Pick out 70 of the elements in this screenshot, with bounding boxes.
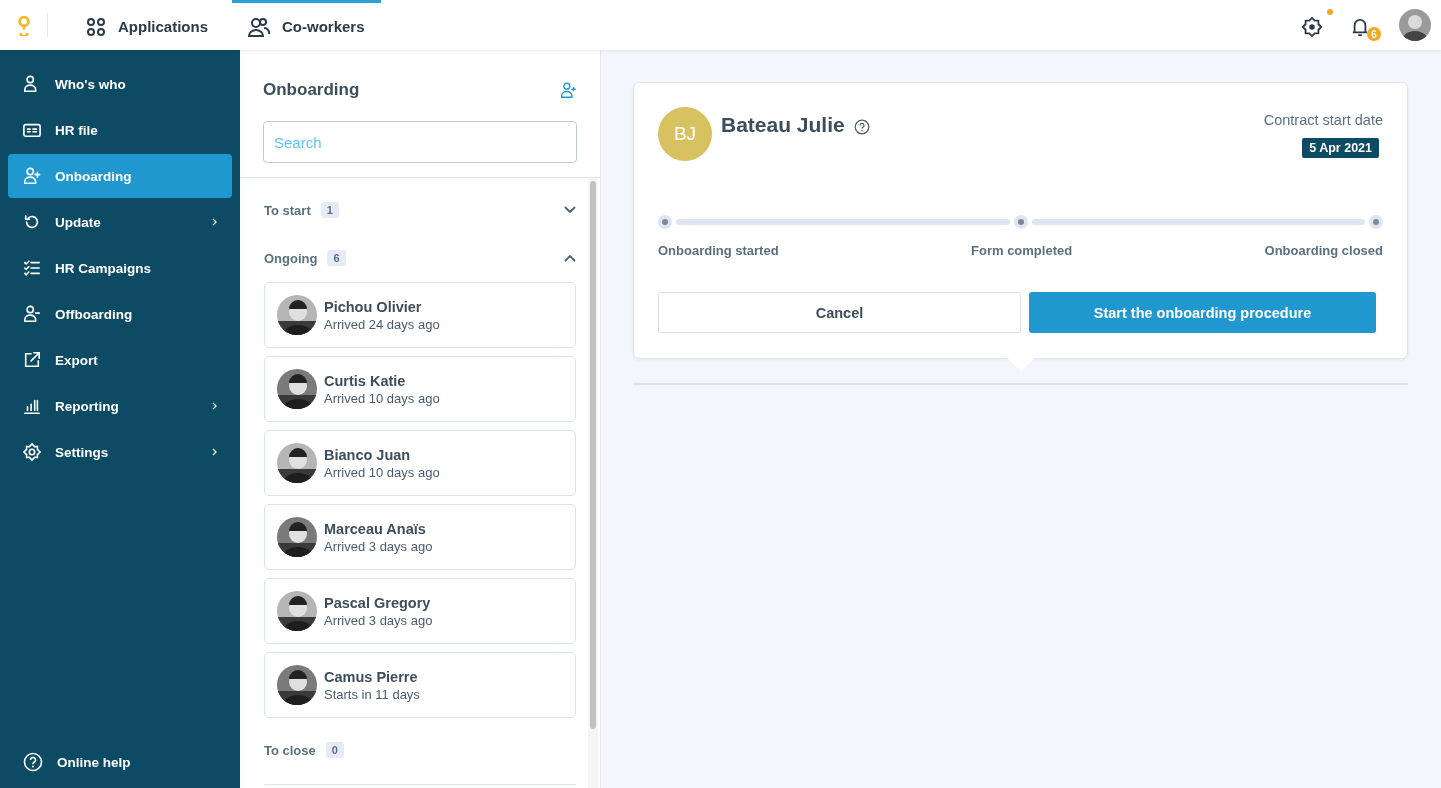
person-name: Marceau Anaïs	[324, 520, 427, 537]
person-card[interactable]: Pascal Gregory Arrived 3 days ago	[264, 578, 576, 644]
chevron-right-icon	[212, 448, 217, 456]
remove-person-icon	[23, 305, 41, 323]
sidebar-item[interactable]: Reporting	[8, 384, 232, 428]
sidebar-item[interactable]: HR file	[8, 108, 232, 152]
date-label: Contract start date	[1263, 112, 1383, 128]
settings-icon	[23, 443, 41, 461]
person-status: Arrived 24 days ago	[324, 316, 440, 332]
notification-dot	[1327, 9, 1333, 15]
step-dot-icon	[1369, 215, 1383, 229]
people-icon	[248, 16, 270, 37]
person-name: Bateau Julie	[721, 113, 845, 137]
panel-title: Onboarding	[263, 80, 360, 100]
section-label: To start	[264, 202, 311, 218]
add-person-icon	[23, 167, 41, 185]
chevron-right-icon	[212, 402, 217, 410]
notification-badge: 6	[1367, 27, 1381, 41]
person-name: Pichou Olivier	[324, 298, 423, 315]
checklist-icon	[23, 259, 41, 277]
sidebar-item[interactable]: Who's who	[8, 62, 232, 106]
sidebar-item[interactable]: Export	[8, 338, 232, 382]
initials-avatar: BJ	[658, 107, 712, 161]
person-status: Arrived 10 days ago	[324, 464, 440, 480]
search-field[interactable]: Search	[263, 121, 577, 163]
help-icon	[23, 752, 43, 772]
person-name: Curtis Katie	[324, 372, 407, 389]
person-name: Bianco Juan	[324, 446, 412, 463]
person-card[interactable]: Curtis Katie Arrived 10 days ago	[264, 356, 576, 422]
bell-icon[interactable]	[1351, 16, 1369, 38]
count-badge: 1	[320, 202, 339, 218]
step-label: Onboarding closed	[1264, 243, 1383, 258]
nav-tab[interactable]: Applications	[70, 0, 224, 50]
section-label: Ongoing	[264, 250, 318, 266]
refresh-icon	[23, 213, 41, 231]
step-dot-icon	[658, 215, 672, 229]
chevron-up-icon[interactable]	[564, 254, 576, 262]
cancel-button[interactable]: Cancel	[658, 292, 1021, 333]
export-icon	[23, 351, 41, 369]
grid-icon	[86, 16, 106, 37]
date-badge: 5 Apr 2021	[1302, 138, 1379, 158]
person-name: Pascal Gregory	[324, 594, 432, 611]
sidebar-item[interactable]: Settings	[8, 430, 232, 474]
chevron-down-icon[interactable]	[564, 206, 576, 214]
person-card[interactable]: Camus Pierre Starts in 11 days	[264, 652, 576, 718]
help-icon[interactable]	[853, 119, 870, 135]
id-card-icon	[23, 121, 41, 139]
count-badge: 0	[325, 742, 344, 758]
count-badge: 6	[327, 250, 346, 266]
step-label: Form completed	[971, 243, 1073, 258]
sidebar-item[interactable]: Update	[8, 200, 232, 244]
person-status: Arrived 3 days ago	[324, 538, 433, 554]
person-card[interactable]: Pichou Olivier Arrived 24 days ago	[264, 282, 576, 348]
step-label: Onboarding started	[658, 243, 779, 258]
bar-chart-icon	[23, 397, 41, 415]
help-link[interactable]: Online help	[8, 738, 232, 786]
chevron-right-icon	[212, 218, 217, 226]
settings-icon[interactable]	[1301, 16, 1323, 38]
sidebar-item[interactable]: HR Campaigns	[8, 246, 232, 290]
person-status: Arrived 3 days ago	[324, 612, 433, 628]
step-dot-icon	[1013, 215, 1028, 229]
add-person-icon[interactable]	[560, 81, 577, 99]
person-card[interactable]: Bianco Juan Arrived 10 days ago	[264, 430, 576, 496]
section-label: To close	[264, 742, 316, 758]
person-status: Arrived 10 days ago	[324, 390, 440, 406]
person-status: Starts in 11 days	[324, 686, 420, 702]
person-name: Camus Pierre	[324, 668, 419, 685]
sidebar-item[interactable]: Offboarding	[8, 292, 232, 336]
person-card[interactable]: Marceau Anaïs Arrived 3 days ago	[264, 504, 576, 570]
scrollbar-thumb[interactable]	[590, 181, 596, 729]
